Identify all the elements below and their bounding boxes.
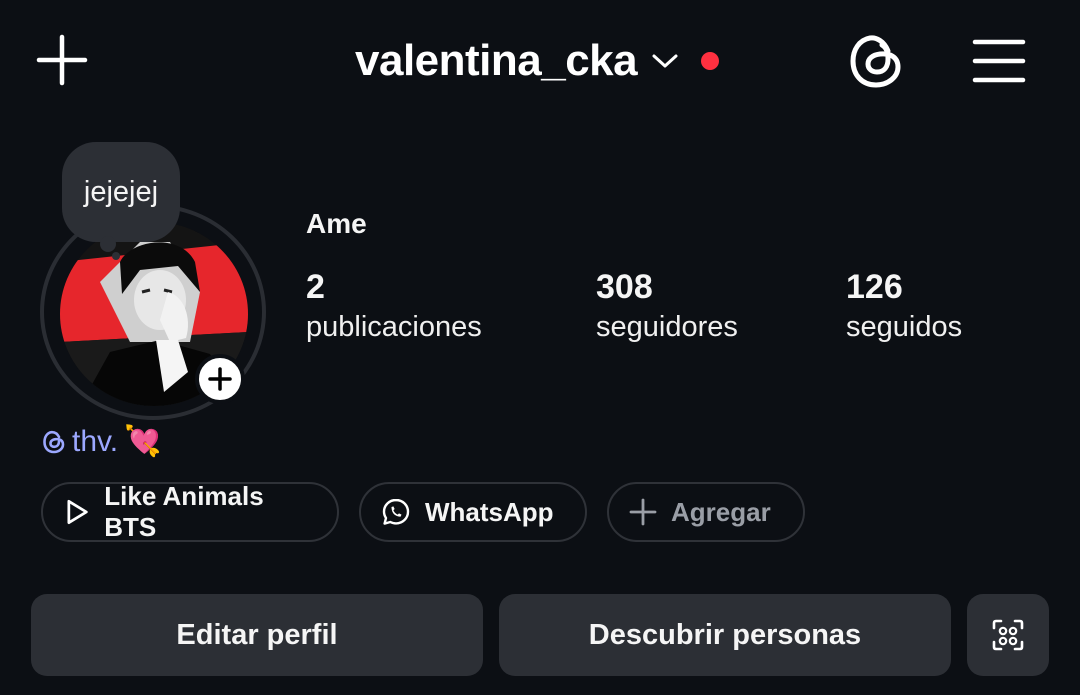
play-icon [67,499,88,525]
add-story-button[interactable] [195,354,245,404]
people-scan-button[interactable] [967,594,1049,676]
stat-value: 308 [596,268,653,306]
stat-label: publicaciones [306,311,482,343]
account-switcher[interactable]: valentina_cka [355,30,720,92]
stat-value: 126 [846,268,903,306]
plus-icon [36,34,88,86]
link-chip-label: Like Animals BTS [104,481,264,542]
username: valentina_cka [355,36,638,85]
note-bubble[interactable]: jejejej [62,142,180,242]
threads-button[interactable] [844,28,908,94]
threads-handle: thv. [72,424,119,458]
display-name: Ame [306,208,367,239]
plus-icon [208,367,232,391]
plus-icon [629,498,657,526]
stat-label: seguidos [846,311,963,343]
note-bubble-tail [100,236,116,252]
edit-profile-button[interactable]: Editar perfil [31,594,483,676]
link-chip-like-animals[interactable]: Like Animals BTS [41,481,339,542]
chevron-down-icon [652,54,678,68]
stat-posts[interactable]: 2 publicaciones [306,268,482,344]
menu-button[interactable] [966,32,1032,90]
discover-people-button[interactable]: Descubrir personas [499,594,951,676]
link-chip-label: WhatsApp [425,496,554,527]
threads-link[interactable]: thv. 💘 [42,424,162,459]
notification-dot [701,52,720,70]
heart-emoji: 💘 [124,425,162,458]
stat-label: seguidores [596,311,738,343]
discover-people-label: Descubrir personas [588,618,862,651]
edit-profile-label: Editar perfil [176,618,338,651]
new-post-button[interactable] [30,28,94,92]
stat-value: 2 [306,268,325,306]
stat-followers[interactable]: 308 seguidores [596,268,738,344]
link-chip-label: Agregar [671,496,771,527]
add-link-button[interactable]: Agregar [607,482,805,542]
note-bubble-tail-small [112,252,120,260]
threads-icon [850,35,901,88]
whatsapp-icon [382,498,410,525]
threads-icon [43,430,65,453]
link-chip-whatsapp[interactable]: WhatsApp [359,482,587,542]
hamburger-menu-icon [972,39,1026,83]
stat-following[interactable]: 126 seguidos [846,268,962,344]
note-text: jejejej [83,175,159,208]
people-scan-icon [992,619,1024,651]
